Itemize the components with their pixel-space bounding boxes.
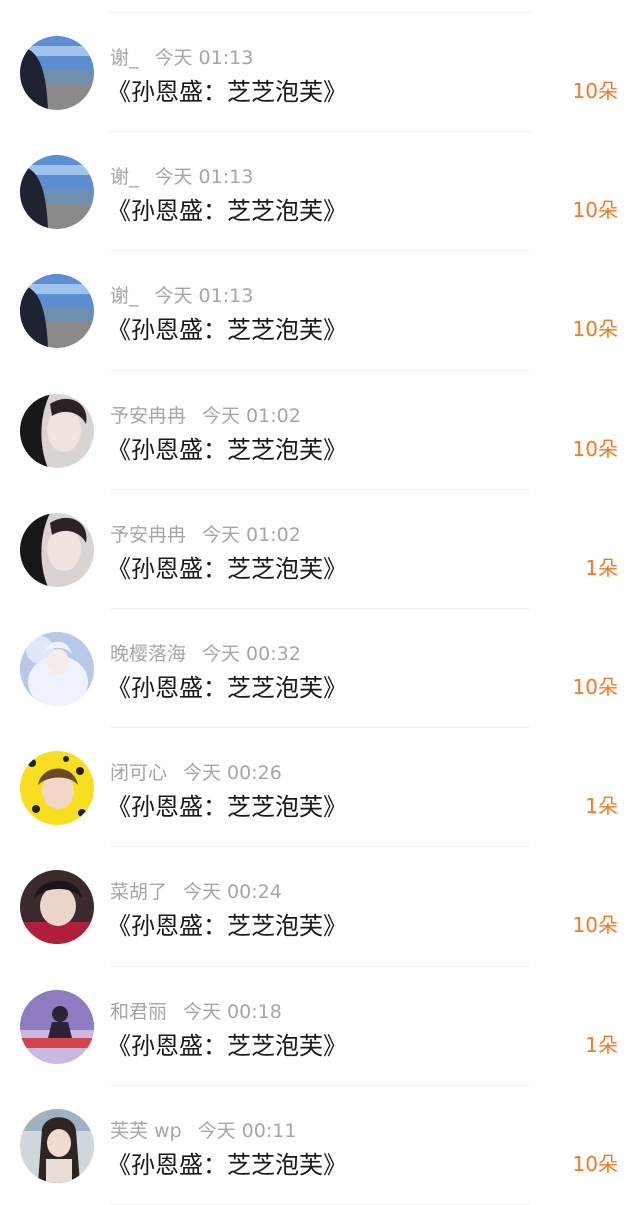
gift-record-row[interactable]: 菜胡了 今天 00:24 《孙恩盛：芝芝泡芙》 10朵 bbox=[0, 847, 640, 967]
gift-record-row[interactable]: 谢_ 今天 01:13 《孙恩盛：芝芝泡芙》 10朵 bbox=[0, 132, 640, 252]
sender-name[interactable]: 菜胡了 bbox=[110, 881, 167, 903]
gift-record-row[interactable]: 谢_ 今天 01:13 《孙恩盛：芝芝泡芙》 10朵 bbox=[0, 13, 640, 133]
car-selfie-avatar-icon bbox=[20, 1108, 94, 1183]
portrait-dark-avatar-icon bbox=[20, 393, 94, 468]
user-avatar[interactable] bbox=[20, 989, 94, 1064]
record-meta: 谢_ 今天 01:13 bbox=[110, 43, 253, 70]
record-time: 今天 01:13 bbox=[154, 285, 254, 308]
record-meta: 晚樱落海 今天 00:32 bbox=[110, 639, 301, 666]
record-time: 今天 00:32 bbox=[202, 642, 301, 665]
user-avatar[interactable] bbox=[20, 631, 94, 706]
sender-name[interactable]: 和君丽 bbox=[110, 1001, 167, 1023]
beach-avatar-icon bbox=[20, 155, 94, 230]
gift-count: 10朵 bbox=[572, 913, 618, 938]
gift-title: 《孙恩盛：芝芝泡芙》 bbox=[107, 1150, 347, 1179]
record-time: 今天 00:18 bbox=[183, 1000, 282, 1023]
user-avatar[interactable] bbox=[20, 1108, 94, 1183]
sender-name[interactable]: 谢_ bbox=[110, 166, 139, 188]
record-time: 今天 00:11 bbox=[197, 1119, 297, 1142]
gift-record-row[interactable]: 谢_ 今天 01:13 《孙恩盛：芝芝泡芙》 10朵 bbox=[0, 251, 640, 371]
gift-record-row[interactable]: 予安冉冉 今天 01:02 《孙恩盛：芝芝泡芙》 10朵 bbox=[0, 371, 640, 490]
record-time: 今天 01:02 bbox=[202, 523, 301, 546]
record-time: 今天 01:13 bbox=[154, 47, 254, 69]
beach-avatar-icon bbox=[20, 274, 94, 349]
gift-record-row[interactable]: 晚樱落海 今天 00:32 《孙恩盛：芝芝泡芙》 10朵 bbox=[0, 609, 640, 729]
gift-title: 《孙恩盛：芝芝泡芙》 bbox=[107, 197, 347, 226]
gift-record-row[interactable]: 芙芙 wp 今天 00:11 《孙恩盛：芝芝泡芙》 10朵 bbox=[0, 1086, 640, 1205]
portrait-red-avatar-icon bbox=[20, 870, 94, 945]
user-avatar[interactable] bbox=[20, 274, 94, 349]
sender-name[interactable]: 予安冉冉 bbox=[110, 524, 186, 546]
gift-title: 《孙恩盛：芝芝泡芙》 bbox=[107, 78, 347, 106]
gift-count: 1朵 bbox=[585, 1032, 618, 1057]
sender-name[interactable]: 闭可心 bbox=[110, 762, 167, 784]
gift-record-list[interactable]: 谢_ 今天 01:13 《孙恩盛：芝芝泡芙》 10朵 谢_ 今天 01:13 《孙恩… bbox=[0, 13, 640, 1205]
sender-name[interactable]: 谢_ bbox=[110, 285, 139, 307]
gift-title: 《孙恩盛：芝芝泡芙》 bbox=[107, 912, 347, 941]
record-meta: 和君丽 今天 00:18 bbox=[110, 997, 282, 1024]
user-avatar[interactable] bbox=[20, 155, 94, 230]
gift-title: 《孙恩盛：芝芝泡芙》 bbox=[107, 673, 347, 702]
record-time: 今天 00:26 bbox=[183, 762, 282, 785]
record-meta: 菜胡了 今天 00:24 bbox=[110, 877, 282, 904]
gift-count: 1朵 bbox=[585, 555, 618, 580]
beach-avatar-icon bbox=[20, 36, 94, 110]
record-meta: 谢_ 今天 01:13 bbox=[110, 281, 253, 308]
user-avatar[interactable] bbox=[20, 512, 94, 587]
user-avatar[interactable] bbox=[20, 36, 94, 110]
gift-count: 10朵 bbox=[572, 317, 618, 342]
gift-title: 《孙恩盛：芝芝泡芙》 bbox=[107, 435, 347, 464]
user-avatar[interactable] bbox=[20, 393, 94, 468]
record-meta: 予安冉冉 今天 01:02 bbox=[110, 401, 301, 428]
user-avatar[interactable] bbox=[20, 870, 94, 945]
sender-name[interactable]: 晚樱落海 bbox=[110, 643, 186, 665]
sender-name[interactable]: 芙芙 wp bbox=[110, 1120, 182, 1142]
record-meta: 谢_ 今天 01:13 bbox=[110, 162, 253, 189]
gift-count: 10朵 bbox=[572, 674, 618, 699]
gift-record-row[interactable]: 和君丽 今天 00:18 《孙恩盛：芝芝泡芙》 1朵 bbox=[0, 967, 640, 1086]
gift-title: 《孙恩盛：芝芝泡芙》 bbox=[107, 793, 347, 822]
gift-title: 《孙恩盛：芝芝泡芙》 bbox=[107, 1031, 347, 1060]
gift-record-row[interactable]: 予安冉冉 今天 01:02 《孙恩盛：芝芝泡芙》 1朵 bbox=[0, 490, 640, 610]
gift-title: 《孙恩盛：芝芝泡芙》 bbox=[107, 316, 347, 345]
record-time: 今天 01:13 bbox=[154, 166, 254, 189]
user-avatar[interactable] bbox=[20, 751, 94, 826]
sender-name[interactable]: 予安冉冉 bbox=[110, 405, 186, 427]
record-time: 今天 00:24 bbox=[183, 881, 282, 904]
record-meta: 芙芙 wp 今天 00:11 bbox=[110, 1116, 296, 1143]
gift-count: 10朵 bbox=[572, 198, 618, 223]
portrait-dark-avatar-icon bbox=[20, 512, 94, 587]
record-meta: 予安冉冉 今天 01:02 bbox=[110, 520, 301, 547]
record-meta: 闭可心 今天 00:26 bbox=[110, 758, 282, 785]
gift-count: 1朵 bbox=[585, 794, 618, 819]
yellow-pattern-avatar-icon bbox=[20, 751, 94, 826]
gift-record-row[interactable]: 闭可心 今天 00:26 《孙恩盛：芝芝泡芙》 1朵 bbox=[0, 728, 640, 848]
gift-count: 10朵 bbox=[572, 436, 618, 461]
sender-name[interactable]: 谢_ bbox=[110, 47, 139, 69]
gift-count: 10朵 bbox=[572, 1151, 618, 1176]
purple-silhouette-avatar-icon bbox=[20, 989, 94, 1064]
fantasy-white-avatar-icon bbox=[20, 631, 94, 706]
record-time: 今天 01:02 bbox=[202, 404, 301, 427]
gift-title: 《孙恩盛：芝芝泡芙》 bbox=[107, 554, 347, 583]
gift-count: 10朵 bbox=[572, 79, 618, 103]
